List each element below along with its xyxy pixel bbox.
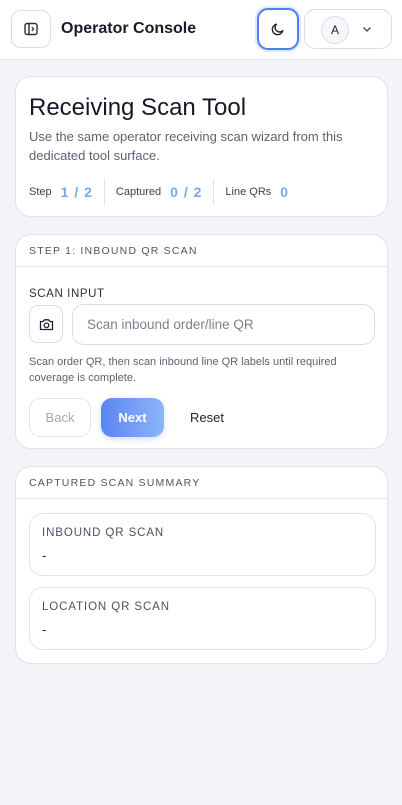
- scan-step-card: STEP 1: INBOUND QR SCAN SCAN INPUT Scan …: [15, 234, 388, 449]
- summary-item-title: LOCATION QR SCAN: [42, 601, 170, 613]
- divider: [103, 179, 105, 205]
- theme-toggle-button[interactable]: [257, 8, 299, 50]
- sidebar-toggle-button[interactable]: [11, 10, 51, 48]
- summary-item-inbound: INBOUND QR SCAN -: [29, 513, 376, 576]
- back-button[interactable]: Back: [29, 398, 91, 437]
- stat-step: Step 1 / 2: [29, 178, 93, 206]
- sidebar-toggle-icon: [24, 22, 38, 36]
- scan-help-text: Scan order QR, then scan inbound line QR…: [29, 356, 337, 384]
- top-bar: Operator Console A: [0, 0, 402, 60]
- stat-value: 0: [280, 184, 290, 200]
- stats-row: Step 1 / 2 Captured 0 / 2 Line QRs 0: [29, 178, 289, 206]
- next-button[interactable]: Next: [101, 398, 164, 437]
- stat-line-qrs: Line QRs 0: [225, 178, 289, 206]
- stat-captured: Captured 0 / 2: [116, 178, 203, 206]
- summary-item-value: -: [42, 622, 47, 637]
- stat-value: 1 / 2: [60, 184, 93, 200]
- chevron-down-icon: [363, 27, 371, 32]
- moon-icon: [271, 23, 284, 36]
- summary-item-value: -: [42, 548, 47, 563]
- stat-label: Step: [29, 186, 52, 198]
- step-heading: STEP 1: INBOUND QR SCAN: [16, 235, 387, 267]
- page-title: Receiving Scan Tool: [29, 94, 247, 121]
- stat-label: Line QRs: [225, 186, 272, 198]
- scan-input[interactable]: [72, 304, 375, 345]
- account-menu-button[interactable]: A: [304, 9, 392, 49]
- avatar: A: [321, 16, 349, 44]
- page-description: Use the same operator receiving scan wiz…: [29, 129, 343, 163]
- app-title: Operator Console: [61, 20, 197, 37]
- summary-heading: CAPTURED SCAN SUMMARY: [16, 467, 387, 499]
- hero-card: Receiving Scan Tool Use the same operato…: [15, 76, 388, 217]
- scan-summary-card: CAPTURED SCAN SUMMARY INBOUND QR SCAN - …: [15, 466, 388, 664]
- stat-value: 0 / 2: [170, 184, 203, 200]
- camera-icon: [39, 318, 53, 330]
- summary-item-title: INBOUND QR SCAN: [42, 527, 165, 539]
- reset-button[interactable]: Reset: [176, 398, 238, 437]
- scan-input-label: SCAN INPUT: [29, 288, 105, 300]
- camera-button[interactable]: [29, 305, 63, 343]
- stat-label: Captured: [115, 186, 162, 198]
- divider: [213, 179, 215, 205]
- summary-item-location: LOCATION QR SCAN -: [29, 587, 376, 650]
